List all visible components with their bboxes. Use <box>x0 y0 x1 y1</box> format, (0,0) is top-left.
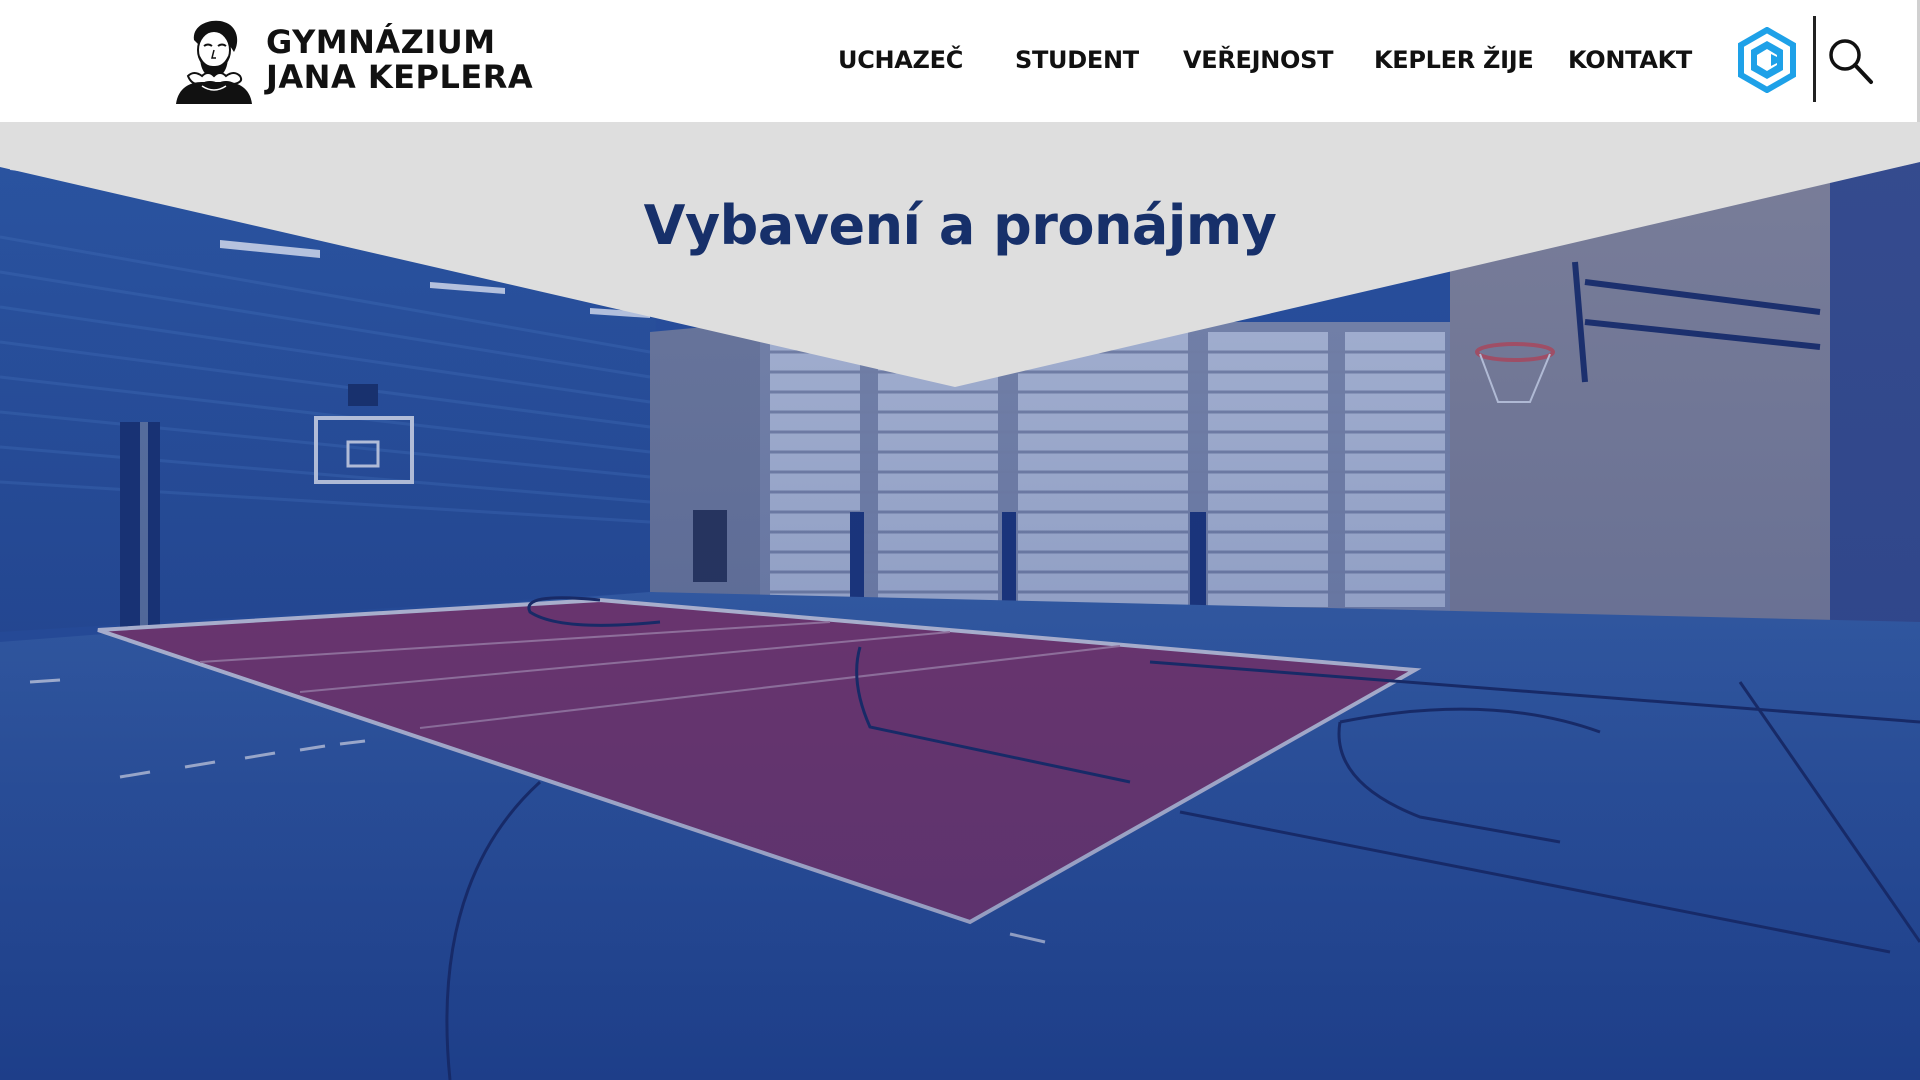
nav-student[interactable]: STUDENT <box>1015 40 1139 80</box>
hero-banner: Vybavení a pronájmy <box>0 122 1920 1080</box>
search-icon[interactable] <box>1825 35 1875 87</box>
header-divider <box>1813 16 1816 102</box>
sports-hall-photo <box>0 122 1920 1080</box>
nav-verejnost[interactable]: VEŘEJNOST <box>1183 40 1334 80</box>
hexagon-logo-icon[interactable] <box>1737 27 1797 93</box>
site-header: GYMNÁZIUM JANA KEPLERA UCHAZEČ STUDENT V… <box>0 0 1920 122</box>
page-title: Vybavení a pronájmy <box>643 194 1277 257</box>
nav-kepler-zije[interactable]: KEPLER ŽIJE <box>1374 40 1534 80</box>
nav-uchazec[interactable]: UCHAZEČ <box>838 40 963 80</box>
nav-kontakt[interactable]: KONTAKT <box>1568 40 1692 80</box>
main-nav: UCHAZEČ STUDENT VEŘEJNOST KEPLER ŽIJE KO… <box>0 40 1700 80</box>
